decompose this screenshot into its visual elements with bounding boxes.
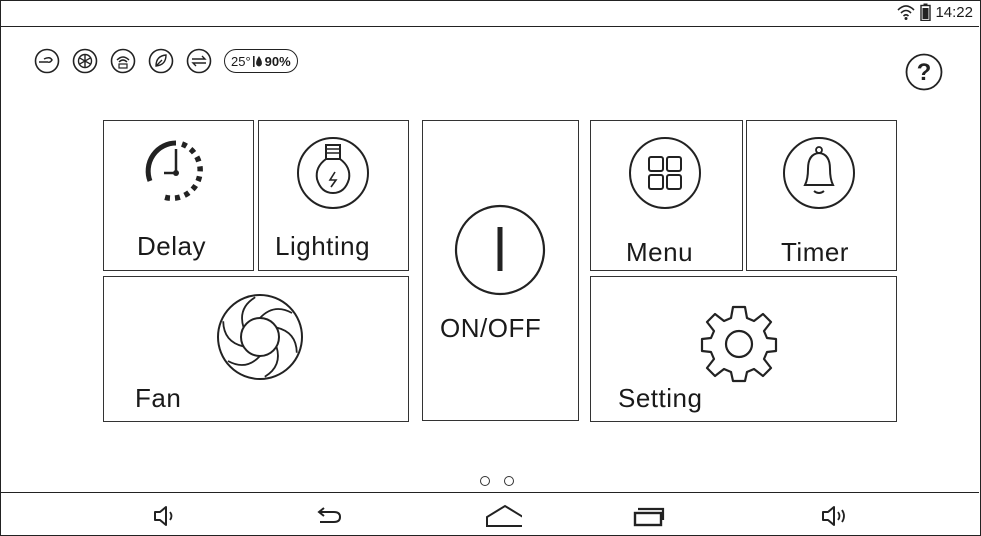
fan-tile[interactable]: Fan [103, 276, 409, 422]
setting-label: Setting [618, 383, 703, 413]
page-dot[interactable] [480, 476, 490, 486]
signal-mode-icon[interactable] [110, 48, 136, 74]
status-bar: 14:22 [0, 0, 979, 27]
delay-label: Delay [137, 231, 206, 261]
swing-arrows-icon[interactable] [186, 48, 212, 74]
help-icon[interactable]: ? [905, 53, 943, 91]
delay-tile[interactable]: Delay [103, 120, 254, 271]
eco-leaf-icon[interactable] [148, 48, 174, 74]
menu-label: Menu [626, 237, 694, 267]
page-dot[interactable] [504, 476, 514, 486]
home-icon[interactable] [478, 503, 522, 529]
lightbulb-icon [297, 137, 369, 209]
power-label: ON/OFF [440, 313, 542, 343]
back-icon[interactable] [310, 503, 344, 529]
fan-icon [217, 294, 303, 380]
clock-icon [145, 140, 203, 201]
page-indicator[interactable] [480, 476, 514, 486]
wifi-icon [897, 5, 916, 20]
humidity-drop-icon [252, 55, 262, 67]
volume-up-icon[interactable] [818, 503, 852, 529]
grid-menu-icon [629, 137, 701, 209]
power-tile[interactable]: ON/OFF [422, 120, 579, 421]
lighting-tile[interactable]: Lighting [258, 120, 409, 271]
svg-text:?: ? [917, 59, 932, 86]
recent-apps-icon[interactable] [632, 503, 666, 529]
temperature-value: 25° [231, 53, 251, 69]
timer-label: Timer [781, 237, 849, 267]
fan-label: Fan [135, 383, 182, 413]
battery-icon [920, 3, 932, 21]
menu-tile[interactable]: Menu [590, 120, 743, 271]
power-icon [454, 204, 546, 296]
climate-readout: 25° 90% [224, 49, 298, 73]
cycle-mode-icon[interactable] [72, 48, 98, 74]
mode-indicators: 25° 90% [34, 48, 298, 74]
setting-tile[interactable]: Setting [590, 276, 897, 422]
clock: 14:22 [935, 3, 973, 21]
humidity-value: 90% [264, 53, 291, 69]
lighting-label: Lighting [275, 231, 371, 261]
fan-mode-icon[interactable] [34, 48, 60, 74]
timer-tile[interactable]: Timer [746, 120, 897, 271]
volume-down-icon[interactable] [147, 503, 181, 529]
gear-icon [700, 305, 778, 383]
bell-icon [783, 137, 855, 209]
